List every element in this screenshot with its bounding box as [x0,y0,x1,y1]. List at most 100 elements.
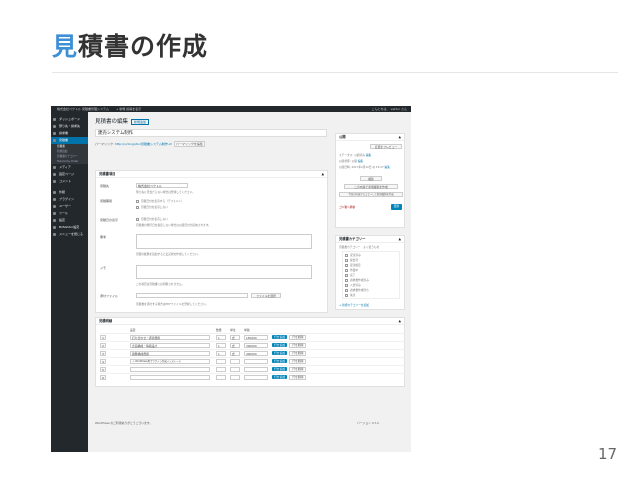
attachment-field[interactable] [136,293,248,298]
item-input[interactable]: 開発構成費用 [130,350,210,356]
date-edit-link[interactable]: 編集 [385,165,390,169]
price-input[interactable] [244,374,268,380]
unit-input[interactable]: 式 [230,334,240,340]
checkbox[interactable] [345,288,348,292]
add-row-button[interactable]: 行を追加 [272,334,288,339]
publish-header[interactable]: 公開 ▲ [336,134,404,141]
permalink-url[interactable]: http://vctor.jp/bv/見積書システム制作-2/ [115,142,172,146]
delete-row-button[interactable]: 行を削除 [289,374,307,380]
memo-textarea[interactable] [136,265,312,279]
price-input[interactable]: 400000 [244,350,268,356]
remarks-textarea[interactable] [136,234,312,249]
delete-row-button[interactable]: 行を削除 [289,358,307,364]
radio-2[interactable] [136,205,139,209]
category-tabs[interactable]: 見積書カテゴリー よく使うもの [339,245,379,249]
file-select-button[interactable]: ファイルを選択 [251,293,281,298]
toggle-icon[interactable]: ▲ [398,236,401,243]
add-row-button[interactable]: 行を追加 [272,358,288,363]
sidebar-item-billvektor[interactable]: BillVektor設定 [51,224,88,231]
unit-input[interactable] [230,358,240,364]
item-input[interactable] [130,374,210,380]
category-item[interactable]: 完了 [345,273,355,277]
qty-input[interactable]: 1 [216,334,226,340]
item-input[interactable] [130,366,210,372]
permalink-edit-button[interactable]: パーマリンクを編集 [173,141,205,147]
category-header[interactable]: 見積書カテゴリー ▲ [336,236,404,243]
sidebar-item-dashboard[interactable]: ダッシュボード [51,116,88,123]
category-item[interactable]: 請求書作成待ち [345,288,369,292]
post-title-input[interactable]: 建売システム制作 [95,129,327,137]
add-new-button[interactable]: 新規追加 [131,118,150,125]
client-select[interactable]: 株式会社ベクトル [136,183,188,188]
radio-option-1[interactable]: 見積日付を表示する（デフォルト） [136,199,184,203]
qty-input[interactable]: 1 [216,342,226,348]
sidebar-item-tools[interactable]: ツール [51,210,88,217]
status-edit-link[interactable]: 編集 [366,153,371,157]
sidebar-item-clients[interactable]: 預り先・請求先 [51,123,88,130]
toggle-icon[interactable]: ▲ [398,318,401,325]
admin-bar-items[interactable]: + 新規 投稿を表示 [116,107,141,111]
sidebar-item-plugins[interactable]: プラグイン [51,196,88,203]
radio-option-2[interactable]: 見積日付を表示しない [136,205,168,209]
item-input[interactable]: ＋ WordPress用プラグイン作成インストール [130,358,210,364]
sidebar-item-pages[interactable]: 固定ページ [51,171,88,178]
category-item[interactable]: 入金済み [345,283,361,287]
unit-input[interactable] [230,374,240,380]
unit-input[interactable]: 式 [230,342,240,348]
row-number[interactable]: 1 [100,334,106,340]
items-header[interactable]: 見積明細 ▲ [96,318,404,325]
trash-link[interactable]: ゴミ箱へ移動 [339,205,355,209]
add-category-link[interactable]: + 新規カテゴリーを追加 [339,303,369,307]
unit-input[interactable]: 式 [230,350,240,356]
hide-date-checkbox[interactable]: 見積日付を表示しない [136,217,168,221]
price-input[interactable] [244,366,268,372]
item-input[interactable]: 打ち合わせ・調査費用 [130,334,210,340]
delete-row-button[interactable]: 行を削除 [289,334,307,340]
row-number[interactable]: 6 [100,374,106,380]
checkbox[interactable] [345,293,348,297]
admin-bar-site[interactable]: 株式会社ベクトル 見積書管理システム [57,107,109,111]
checkbox[interactable] [136,217,139,221]
category-item[interactable]: 失注 [345,293,355,297]
checkbox[interactable] [345,283,348,287]
category-item[interactable]: 受注済み [345,253,361,257]
add-row-button[interactable]: 行を追加 [272,350,288,355]
sidebar-item-comments[interactable]: コメント [51,178,88,185]
price-input[interactable]: 150000 [244,334,268,340]
copy-button[interactable]: 複製 [360,176,382,181]
checkbox[interactable] [345,268,348,272]
row-number[interactable]: 5 [100,366,106,372]
category-item[interactable]: 請求書作成済み [345,278,369,282]
row-number[interactable]: 3 [100,350,106,356]
item-input[interactable]: 企画構成・情報設計 [130,342,210,348]
delete-row-button[interactable]: 行を削除 [289,350,307,356]
copy-other-button[interactable]: 今回の内容からコピーして新規複製を作成 [339,192,403,197]
update-button[interactable]: 更新 [391,204,402,210]
qty-input[interactable] [216,358,226,364]
copy-draft-button[interactable]: この内容で新規複製を作成 [344,184,398,189]
sidebar-item-estimates[interactable]: 見積書 [51,137,88,144]
price-input[interactable]: 300000 [244,342,268,348]
qty-input[interactable] [216,366,226,372]
sidebar-item-appearance[interactable]: 外観 [51,189,88,196]
sidebar-item-users[interactable]: ユーザー [51,203,88,210]
sidebar-item-settings[interactable]: 設定 [51,217,88,224]
sidebar-item-media[interactable]: メディア [51,164,88,171]
delete-row-button[interactable]: 行を削除 [289,342,307,348]
checkbox[interactable] [345,273,348,277]
visibility-edit-link[interactable]: 編集 [358,159,363,163]
qty-input[interactable] [216,374,226,380]
category-item[interactable]: 作業中 [345,268,358,272]
toggle-icon[interactable]: ▲ [321,171,324,178]
add-row-button[interactable]: 行を追加 [272,366,288,371]
add-row-button[interactable]: 行を追加 [272,374,288,379]
add-row-button[interactable]: 行を追加 [272,342,288,347]
category-item[interactable]: 受注確定 [345,263,361,267]
sidebar-collapse[interactable]: メニューを閉じる [51,231,88,238]
toggle-icon[interactable]: ▲ [398,134,401,141]
checkbox[interactable] [345,258,348,262]
price-input[interactable] [244,358,268,364]
meta-box-header[interactable]: 見積書項目 ▲ [96,171,327,178]
checkbox[interactable] [345,278,348,282]
delete-row-button[interactable]: 行を削除 [289,366,307,372]
